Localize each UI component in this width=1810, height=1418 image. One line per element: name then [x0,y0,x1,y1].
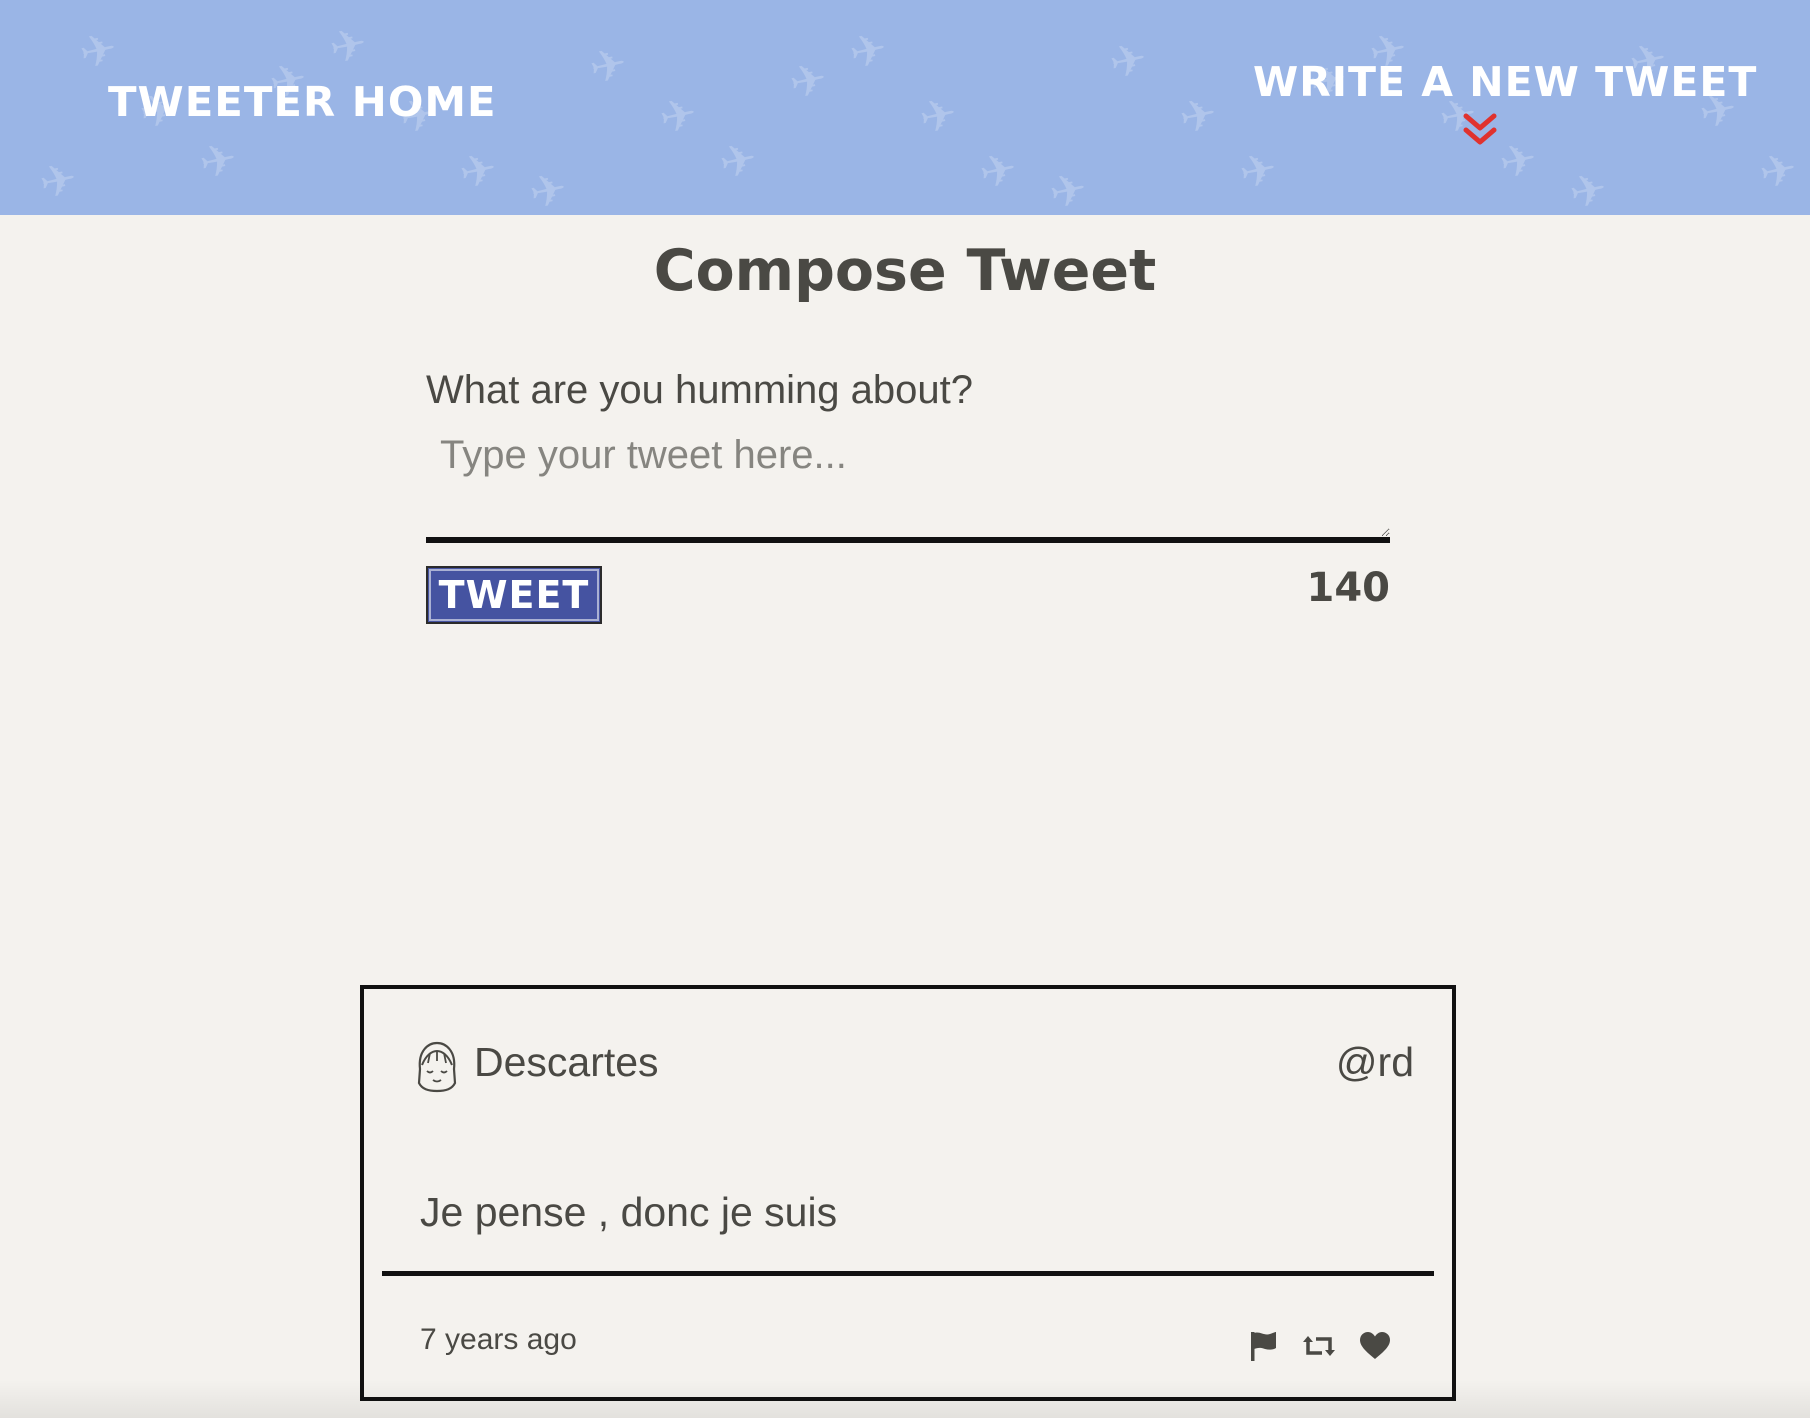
tweet-content: Je pense , donc je suis [420,1189,838,1235]
bird-silhouette-icon: ✈ [654,87,702,146]
compose-prompt-label: What are you humming about? [426,368,973,412]
retweet-icon[interactable] [1302,1329,1336,1363]
tweet-card: Descartes @rd Je pense , donc je suis 7 … [360,985,1456,1401]
girl-face-avatar-icon [417,1041,457,1093]
bird-silhouette-icon: ✈ [1754,142,1802,201]
bird-silhouette-icon: ✈ [1234,142,1282,201]
bird-silhouette-icon: ✈ [454,142,502,201]
tweet-submit-button[interactable]: TWEET [426,566,602,624]
bird-silhouette-icon: ✈ [194,132,242,191]
write-new-tweet-label: WRITE A NEW TWEET [1253,58,1758,106]
bird-silhouette-icon: ✈ [1564,162,1612,215]
tweet-author-handle: @rd [1335,1039,1414,1085]
compose-tweet-title: Compose Tweet [653,238,1157,304]
bird-silhouette-icon: ✈ [524,162,572,215]
bird-silhouette-icon: ✈ [974,142,1022,201]
heart-icon[interactable] [1358,1329,1392,1363]
bird-silhouette-icon: ✈ [1104,32,1152,91]
tweet-divider [382,1271,1434,1276]
bird-silhouette-icon: ✈ [1174,87,1222,146]
tweet-author-name: Descartes [474,1039,659,1085]
bird-silhouette-icon: ✈ [324,17,372,76]
bird-silhouette-icon: ✈ [784,52,832,111]
bird-silhouette-icon: ✈ [844,22,892,81]
bird-silhouette-icon: ✈ [34,152,82,211]
character-counter: 140 [1306,565,1391,611]
tweet-timestamp: 7 years ago [420,1323,577,1356]
tweeter-home-link[interactable]: TWEETER HOME [108,78,497,126]
bird-silhouette-icon: ✈ [914,87,962,146]
bird-silhouette-icon: ✈ [1044,162,1092,215]
tweet-actions [1246,1329,1392,1363]
write-new-tweet-button[interactable]: WRITE A NEW TWEET [1253,58,1758,150]
tweet-text-input[interactable] [426,425,1390,543]
bird-silhouette-icon: ✈ [74,22,122,81]
bird-silhouette-icon: ✈ [714,132,762,191]
bird-silhouette-icon: ✈ [584,37,632,96]
double-chevron-down-icon [1463,113,1497,145]
top-nav-bar: ✈ ✈ ✈ ✈ ✈ ✈ ✈ ✈ ✈ ✈ ✈ ✈ ✈ ✈ ✈ ✈ ✈ ✈ ✈ ✈ ✈ ✈ ✈ ✈ ✈ ✈ ✈ ✈ TWEETER HOM… [0,0,1810,215]
flag-icon[interactable] [1246,1329,1280,1363]
